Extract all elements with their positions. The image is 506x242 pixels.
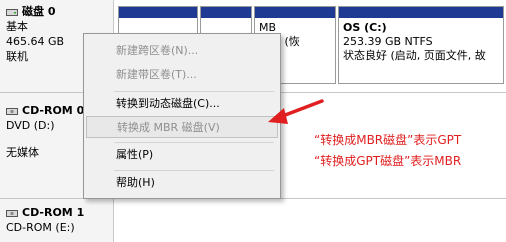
menu-item-convert-to-mbr[interactable]: 转换成 MBR 磁盘(V) [86, 116, 278, 138]
cdrom1-drive: CD-ROM (E:) [6, 221, 75, 234]
cdrom1-name-row: CD-ROM 1 [6, 205, 107, 220]
menu-item-new-spanned-volume[interactable]: 新建跨区卷(N)... [86, 40, 278, 62]
cdrom1-info-panel[interactable]: CD-ROM 1 CD-ROM (E:) [0, 199, 114, 242]
annotation-line-1: “转换成MBR磁盘”表示GPT [314, 133, 462, 147]
partition-size: 253.39 GB NTFS [343, 35, 433, 48]
disk0-name-row: 磁盘 0 [6, 4, 107, 19]
partition-body: OS (C:) 253.39 GB NTFS 状态良好 (启动, 页面文件, 故 [339, 18, 503, 66]
partition-os-c[interactable]: OS (C:) 253.39 GB NTFS 状态良好 (启动, 页面文件, 故 [338, 6, 504, 84]
partition-bar [339, 7, 503, 18]
menu-item-new-striped-volume[interactable]: 新建带区卷(T)... [86, 64, 278, 86]
disk0-type: 基本 [6, 20, 28, 33]
partition-body [119, 18, 197, 24]
menu-separator [114, 91, 274, 92]
partition-status: 状态良好 (启动, 页面文件, 故 [343, 49, 486, 62]
menu-item-help[interactable]: 帮助(H) [86, 172, 278, 194]
optical-drive-icon [6, 107, 18, 115]
disk0-name: 磁盘 0 [22, 5, 56, 18]
menu-item-convert-to-dynamic[interactable]: 转换到动态磁盘(C)... [86, 93, 278, 115]
partition-bar [119, 7, 197, 18]
disk-icon [6, 8, 18, 16]
partition-label: OS (C:) [343, 21, 387, 34]
partition-bar [255, 7, 335, 18]
optical-drive-icon [6, 209, 18, 217]
menu-separator [114, 142, 274, 143]
partition-body [201, 18, 251, 24]
annotation-line-2: “转换成GPT磁盘”表示MBR [314, 154, 462, 168]
partition-bar [201, 7, 251, 18]
menu-separator [114, 170, 274, 171]
cdrom1-name: CD-ROM 1 [22, 206, 85, 219]
cdrom0-name: CD-ROM 0 [22, 104, 85, 117]
menu-item-properties[interactable]: 属性(P) [86, 144, 278, 166]
context-menu: 新建跨区卷(N)... 新建带区卷(T)... 转换到动态磁盘(C)... 转换… [83, 33, 281, 199]
